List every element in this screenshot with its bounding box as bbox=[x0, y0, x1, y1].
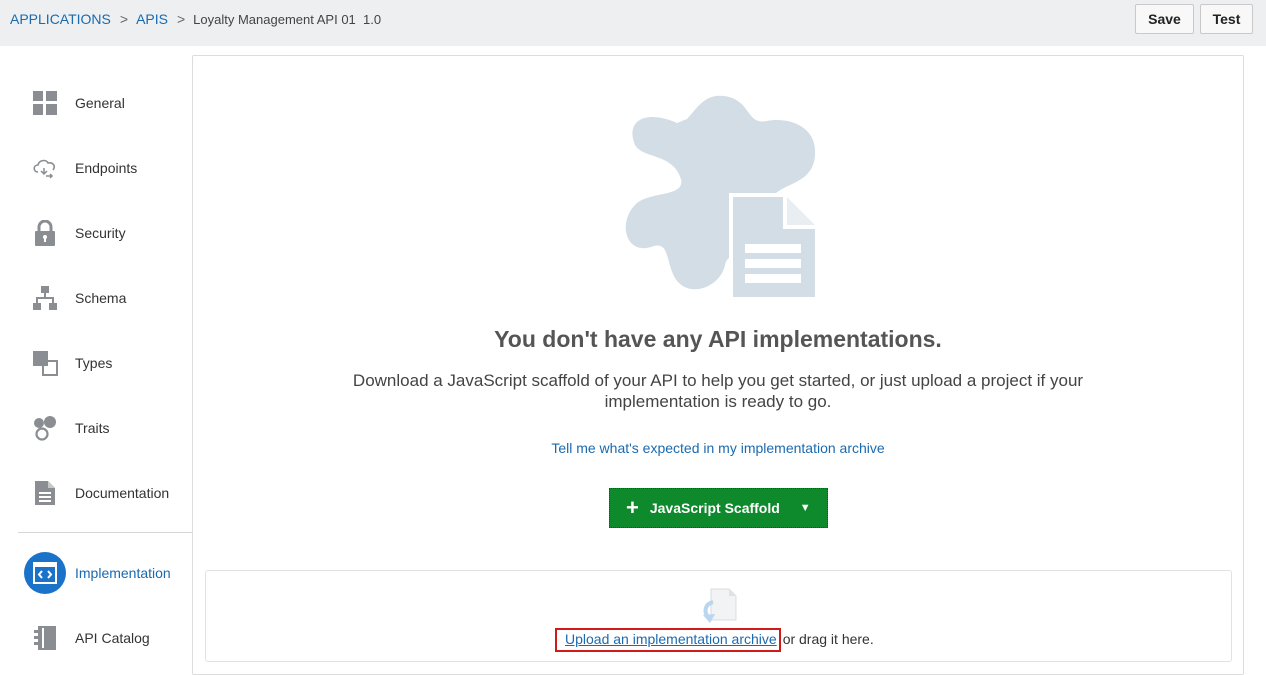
traits-icon bbox=[30, 413, 60, 443]
implementation-archive-help-link[interactable]: Tell me what's expected in my implementa… bbox=[192, 440, 1244, 456]
sidebar-item-types[interactable]: Types bbox=[18, 338, 192, 388]
sidebar-item-label: Schema bbox=[75, 290, 127, 306]
plus-icon: + bbox=[626, 495, 639, 520]
test-button[interactable]: Test bbox=[1200, 4, 1253, 34]
sidebar-item-documentation[interactable]: Documentation bbox=[18, 468, 192, 518]
sidebar-item-schema[interactable]: Schema bbox=[18, 273, 192, 323]
sidebar-item-implementation[interactable]: Implementation bbox=[18, 548, 192, 598]
code-icon bbox=[24, 552, 66, 594]
breadcrumb-current: Loyalty Management API 01 1.0 bbox=[193, 12, 382, 27]
file-upload-icon bbox=[699, 588, 737, 629]
sidebar-item-label: Security bbox=[75, 225, 126, 241]
upload-row: Upload an implementation archive or drag … bbox=[555, 628, 874, 652]
breadcrumb-separator: > bbox=[176, 11, 186, 27]
sidebar-item-endpoints[interactable]: Endpoints bbox=[18, 143, 192, 193]
upload-archive-link[interactable]: Upload an implementation archive bbox=[555, 628, 781, 652]
javascript-scaffold-button[interactable]: + JavaScript Scaffold ▼ bbox=[609, 488, 828, 528]
top-bar: APPLICATIONS > APIS > Loyalty Management API… bbox=[0, 0, 1266, 46]
breadcrumb-apis-link[interactable]: APIS bbox=[136, 11, 168, 27]
types-icon bbox=[30, 348, 60, 378]
sidebar-item-api-catalog[interactable]: API Catalog bbox=[18, 613, 192, 663]
sidebar-item-label: General bbox=[75, 95, 125, 111]
hierarchy-icon bbox=[30, 283, 60, 313]
breadcrumb-applications-link[interactable]: APPLICATIONS bbox=[10, 11, 111, 27]
sidebar-item-security[interactable]: Security bbox=[18, 208, 192, 258]
upload-drag-hint: or drag it here. bbox=[782, 631, 874, 647]
breadcrumb-separator: > bbox=[119, 11, 129, 27]
sidebar-item-label: Endpoints bbox=[75, 160, 138, 176]
sidebar-item-general[interactable]: General bbox=[18, 78, 192, 128]
sidebar-item-label: API Catalog bbox=[75, 630, 150, 646]
puzzle-document-illustration bbox=[617, 95, 819, 308]
grid-icon bbox=[30, 88, 60, 118]
empty-state-heading: You don't have any API implementations. bbox=[494, 326, 942, 352]
catalog-icon bbox=[30, 623, 60, 653]
sidebar-item-label: Types bbox=[75, 355, 113, 371]
sidebar-item-label: Implementation bbox=[75, 565, 171, 581]
sidebar-item-label: Documentation bbox=[75, 485, 170, 501]
sidebar-divider bbox=[18, 532, 192, 533]
document-icon bbox=[30, 478, 60, 508]
save-button[interactable]: Save bbox=[1135, 4, 1194, 34]
breadcrumb: APPLICATIONS > APIS > Loyalty Management API… bbox=[10, 11, 381, 27]
sidebar-item-label: Traits bbox=[75, 420, 110, 436]
cloud-sync-icon bbox=[30, 153, 60, 183]
caret-down-icon[interactable]: ▼ bbox=[800, 502, 811, 514]
lock-icon bbox=[30, 218, 60, 248]
sidebar: General Endpoints Security Schema Types … bbox=[0, 46, 192, 663]
scaffold-button-label: JavaScript Scaffold bbox=[649, 500, 780, 516]
empty-state-description: Download a JavaScript scaffold of your A… bbox=[352, 371, 1084, 411]
sidebar-item-traits[interactable]: Traits bbox=[18, 403, 192, 453]
